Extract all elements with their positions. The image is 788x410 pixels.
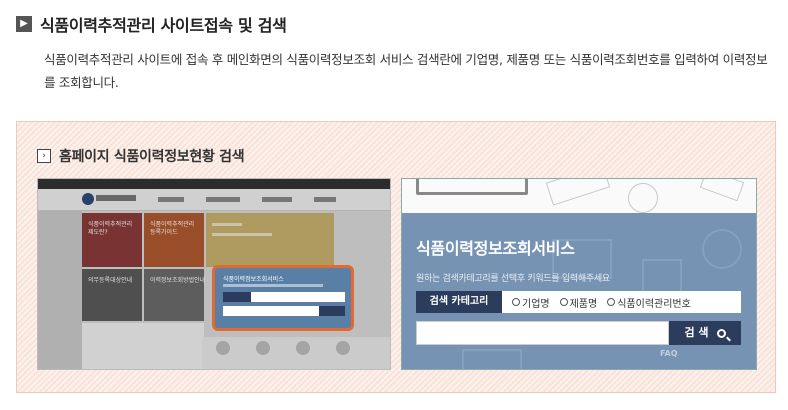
service-title: 식품이력정보조회서비스	[416, 239, 575, 258]
homepage-screenshot: 식품이력추적관리 제도란? 식품이력추적관리 등록가이드 의무등록대상안내 이력…	[37, 178, 391, 370]
section-title: 식품이력추적관리 사이트접속 및 검색	[40, 16, 287, 35]
screenshot-panel: › 홈페이지 식품이력정보현황 검색 식품이력추적관리 제도란? 식품이력추적관…	[16, 121, 776, 393]
search-category-bar: 검색 카테고리 기업명 제품명 식품이력관리번호	[416, 291, 741, 313]
search-hint: 원하는 검색카테고리를 선택후 키워드를 입력해주세요	[416, 274, 610, 284]
radio-product-name[interactable]: 제품명	[559, 295, 597, 310]
search-category-label: 검색 카테고리	[416, 291, 502, 313]
panel-title: 홈페이지 식품이력정보현황 검색	[59, 149, 245, 165]
radio-company-name[interactable]: 기업명	[512, 295, 550, 310]
highlighted-search-box: 식품이력정보조회서비스	[212, 265, 354, 331]
panel-header: › 홈페이지 식품이력정보현황 검색	[37, 146, 245, 166]
faq-label: FAQ	[660, 349, 678, 358]
search-button[interactable]: 검 색	[669, 321, 741, 345]
search-service-screenshot: 식품이력정보조회서비스 원하는 검색카테고리를 선택후 키워드를 입력해주세요 …	[401, 178, 757, 370]
section-description: 식품이력추적관리 사이트에 접속 후 메인화면의 식품이력정보조회 서비스 검색…	[44, 52, 768, 90]
search-input[interactable]	[416, 321, 669, 345]
section-header: ▶ 식품이력추적관리 사이트접속 및 검색	[16, 12, 287, 36]
radio-trace-number[interactable]: 식품이력관리번호	[607, 295, 691, 310]
chevron-right-icon: ›	[37, 149, 51, 163]
chevron-right-icon: ▶	[16, 16, 32, 32]
search-icon	[716, 328, 726, 338]
